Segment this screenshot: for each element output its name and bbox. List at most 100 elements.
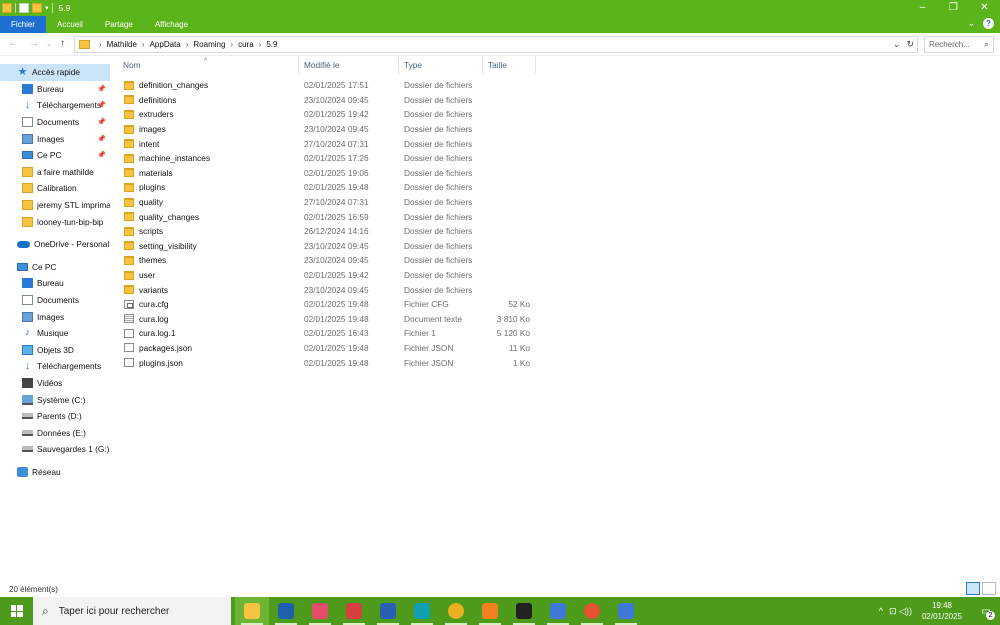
- nav-item-looney-tun[interactable]: looney-tun-bip-bip: [0, 213, 110, 230]
- file-row[interactable]: cura.log 02/01/2025 19:48 Document texte 3 …: [118, 312, 548, 327]
- nav-item-documents[interactable]: Documents 📌: [0, 114, 110, 131]
- refresh-icon[interactable]: ↻: [906, 39, 914, 50]
- nav-quick-access[interactable]: ★ Accès rapide: [0, 64, 110, 81]
- search-input[interactable]: Recherch... ⌕: [924, 36, 994, 53]
- notification-center-button[interactable]: ▭ 2: [972, 597, 1000, 625]
- file-row[interactable]: scripts 26/12/2024 14:16 Dossier de fichie…: [118, 224, 548, 239]
- file-row[interactable]: images 23/10/2024 09:45 Dossier de fichier…: [118, 122, 548, 137]
- file-row[interactable]: variants 23/10/2024 09:45 Dossier de fichi…: [118, 282, 548, 297]
- tab-fichier[interactable]: Fichier: [0, 16, 47, 33]
- nav-network[interactable]: Réseau: [0, 464, 110, 481]
- nav-item-telechargements[interactable]: ↓ Téléchargements 📌: [0, 97, 110, 114]
- up-button[interactable]: ↑: [60, 38, 65, 49]
- file-row[interactable]: plugins 02/01/2025 19:48 Dossier de fichie…: [118, 180, 548, 195]
- taskbar-search-box[interactable]: ⌕ Taper ici pour rechercher: [33, 597, 231, 625]
- nav-pc-documents[interactable]: Documents: [0, 292, 110, 309]
- breadcrumb-roaming[interactable]: Roaming: [193, 40, 225, 49]
- column-header-size[interactable]: Taille: [483, 56, 536, 74]
- taskbar-app-snipping-tool[interactable]: [337, 597, 371, 625]
- recent-locations-button[interactable]: ⌄: [46, 40, 52, 48]
- breadcrumb-separator[interactable]: ›: [99, 40, 102, 49]
- taskbar-app-fusion-app[interactable]: [473, 597, 507, 625]
- nav-pc-telechargements[interactable]: ↓ Téléchargements: [0, 358, 110, 375]
- file-name-cell[interactable]: plugins.json: [118, 358, 299, 368]
- taskbar-app-app-c-blue-2[interactable]: [609, 597, 643, 625]
- nav-pc-donnees-e[interactable]: Données (E:): [0, 424, 110, 441]
- nav-pc-videos[interactable]: Vidéos: [0, 375, 110, 392]
- breadcrumb-separator[interactable]: ›: [259, 40, 262, 49]
- nav-item-calibration[interactable]: Calibration: [0, 180, 110, 197]
- taskbar-app-cura[interactable]: [507, 597, 541, 625]
- taskbar-app-app-teal[interactable]: [405, 597, 439, 625]
- tray-chevron-icon[interactable]: ^: [879, 606, 883, 616]
- nav-pc-bureau[interactable]: Bureau: [0, 275, 110, 292]
- close-button[interactable]: ✕: [969, 0, 1000, 16]
- file-row[interactable]: plugins.json 02/01/2025 19:48 Fichier JSON…: [118, 355, 548, 370]
- file-name-cell[interactable]: definitions: [118, 95, 299, 105]
- forward-button[interactable]: →: [29, 38, 39, 49]
- properties-icon[interactable]: [19, 3, 29, 13]
- file-name-cell[interactable]: plugins: [118, 182, 299, 192]
- file-name-cell[interactable]: definition_changes: [118, 80, 299, 90]
- nav-onedrive[interactable]: OneDrive - Personal: [0, 236, 110, 253]
- breadcrumb-appdata[interactable]: AppData: [150, 40, 181, 49]
- nav-item-jeremy-stl[interactable]: jeremy STL imprima: [0, 197, 110, 214]
- new-folder-icon[interactable]: [32, 3, 42, 13]
- tray-status-icons[interactable]: ⊡ ◁)): [889, 606, 912, 617]
- breadcrumb-mathilde[interactable]: Mathilde: [107, 40, 137, 49]
- file-name-cell[interactable]: scripts: [118, 226, 299, 236]
- column-header-name[interactable]: Nom ^: [118, 56, 299, 74]
- details-view-button[interactable]: [966, 582, 980, 595]
- address-dropdown-icon[interactable]: ⌄: [893, 39, 901, 50]
- help-icon[interactable]: ?: [983, 18, 994, 29]
- breadcrumb-separator[interactable]: ›: [230, 40, 233, 49]
- nav-pc-images[interactable]: Images: [0, 308, 110, 325]
- file-row[interactable]: definition_changes 02/01/2025 17:51 Dossie…: [118, 78, 548, 93]
- breadcrumb-separator[interactable]: ›: [186, 40, 189, 49]
- file-name-cell[interactable]: setting_visibility: [118, 241, 299, 251]
- back-button[interactable]: ←: [8, 38, 18, 49]
- file-name-cell[interactable]: quality_changes: [118, 212, 299, 222]
- file-row[interactable]: quality 27/10/2024 07:31 Dossier de fichie…: [118, 195, 548, 210]
- nav-item-bureau[interactable]: Bureau 📌: [0, 81, 110, 98]
- address-bar[interactable]: › Mathilde › AppData › Roaming › cura › …: [74, 36, 918, 53]
- taskbar-app-chrome[interactable]: [439, 597, 473, 625]
- file-name-cell[interactable]: materials: [118, 168, 299, 178]
- file-name-cell[interactable]: quality: [118, 197, 299, 207]
- tab-accueil[interactable]: Accueil: [46, 16, 94, 33]
- column-header-modified[interactable]: Modifié le: [299, 56, 399, 74]
- file-name-cell[interactable]: intent: [118, 139, 299, 149]
- breadcrumb-separator[interactable]: ›: [142, 40, 145, 49]
- nav-pc-parents-d[interactable]: Parents (D:): [0, 408, 110, 425]
- file-name-cell[interactable]: images: [118, 124, 299, 134]
- tab-affichage[interactable]: Affichage: [144, 16, 199, 33]
- file-row[interactable]: intent 27/10/2024 07:31 Dossier de fichier…: [118, 136, 548, 151]
- customize-toolbar-icon[interactable]: ▾: [45, 4, 49, 12]
- clock[interactable]: 19:48 02/01/2025: [922, 600, 962, 622]
- start-button[interactable]: [0, 597, 33, 625]
- file-name-cell[interactable]: variants: [118, 285, 299, 295]
- minimize-button[interactable]: –: [907, 0, 938, 16]
- nav-pc-sauvegardes-g[interactable]: Sauvegardes 1 (G:): [0, 441, 110, 458]
- column-header-type[interactable]: Type: [399, 56, 483, 74]
- breadcrumb-cura[interactable]: cura: [238, 40, 254, 49]
- taskbar-app-file-explorer[interactable]: [235, 597, 269, 625]
- file-row[interactable]: extruders 02/01/2025 19:42 Dossier de fich…: [118, 107, 548, 122]
- file-row[interactable]: themes 23/10/2024 09:45 Dossier de fichier…: [118, 253, 548, 268]
- large-icons-view-button[interactable]: [982, 582, 996, 595]
- file-name-cell[interactable]: themes: [118, 255, 299, 265]
- file-row[interactable]: setting_visibility 23/10/2024 09:45 Dossie…: [118, 239, 548, 254]
- nav-pc-musique[interactable]: ♪ Musique: [0, 325, 110, 342]
- file-row[interactable]: packages.json 02/01/2025 19:48 Fichier JSO…: [118, 341, 548, 356]
- nav-item-a-faire-mathilde[interactable]: a faire mathilde: [0, 164, 110, 181]
- nav-pc-systeme-c[interactable]: Système (C:): [0, 391, 110, 408]
- nav-this-pc[interactable]: Ce PC: [0, 259, 110, 276]
- nav-item-images[interactable]: Images 📌: [0, 130, 110, 147]
- file-row[interactable]: cura.log.1 02/01/2025 16:43 Fichier 1 5 120…: [118, 326, 548, 341]
- taskbar-app-calculator[interactable]: [269, 597, 303, 625]
- taskbar-app-app-c-blue[interactable]: [541, 597, 575, 625]
- file-row[interactable]: materials 02/01/2025 19:06 Dossier de fich…: [118, 166, 548, 181]
- expand-ribbon-icon[interactable]: ⌄: [967, 18, 975, 29]
- file-row[interactable]: user 02/01/2025 19:42 Dossier de fichiers: [118, 268, 548, 283]
- file-name-cell[interactable]: cura.cfg: [118, 299, 299, 309]
